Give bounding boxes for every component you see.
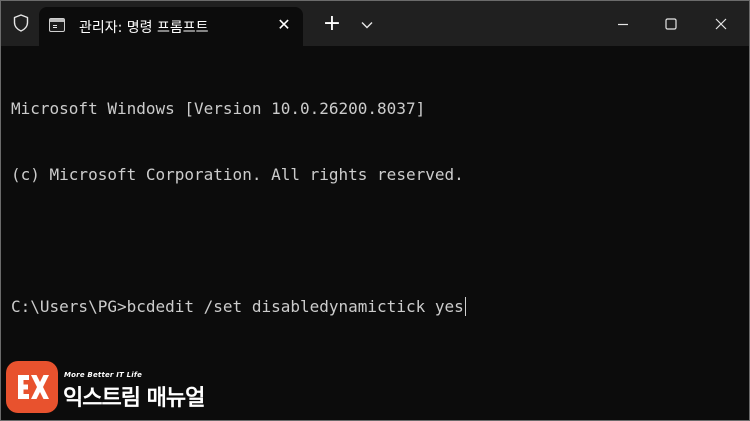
- command-line[interactable]: C:\Users\PG>bcdedit /set disabledynamict…: [11, 296, 741, 318]
- maximize-button[interactable]: [649, 8, 693, 40]
- maximize-icon: [665, 18, 677, 30]
- command-text: C:\Users\PG>bcdedit /set disabledynamict…: [11, 297, 464, 316]
- terminal-icon: [49, 18, 65, 32]
- tab-command-prompt[interactable]: 관리자: 명령 프롬프트 ✕: [39, 7, 303, 46]
- terminal-line: (c) Microsoft Corporation. All rights re…: [11, 165, 464, 184]
- watermark-name: 익스트림 매뉴얼: [63, 386, 205, 411]
- shield-icon: [9, 11, 33, 35]
- tab-close-icon[interactable]: ✕: [273, 14, 295, 36]
- watermark: More Better IT Life 익스트림 매뉴얼: [3, 356, 233, 420]
- title-bar: 관리자: 명령 프롬프트 ✕ +: [1, 1, 749, 46]
- minimize-icon: [618, 23, 628, 26]
- minimize-button[interactable]: [601, 8, 645, 40]
- text-cursor: [464, 297, 466, 316]
- terminal-output[interactable]: Microsoft Windows [Version 10.0.26200.80…: [11, 54, 741, 362]
- new-tab-button[interactable]: +: [319, 12, 345, 38]
- tab-title: 관리자: 명령 프롬프트: [79, 20, 209, 36]
- close-window-button[interactable]: [699, 8, 743, 40]
- brand-logo-icon: [6, 361, 58, 413]
- close-icon: [715, 18, 727, 30]
- chevron-down-icon[interactable]: [356, 14, 378, 36]
- terminal-line: Microsoft Windows [Version 10.0.26200.80…: [11, 99, 426, 118]
- watermark-tagline: More Better IT Life: [64, 371, 143, 379]
